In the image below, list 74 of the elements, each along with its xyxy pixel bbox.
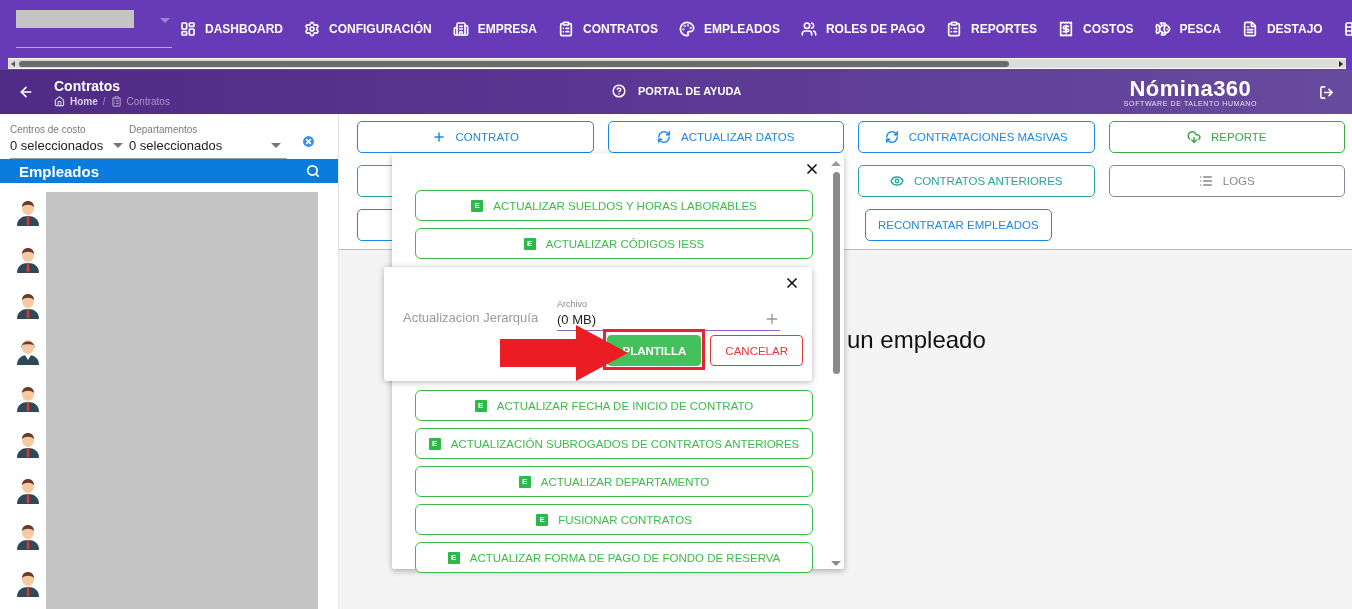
toolbar-button[interactable]: CONTRATO [357, 121, 594, 153]
bulk-update-button[interactable]: E ACTUALIZACIÓN SUBROGADOS DE CONTRATOS ANTERIORES [415, 428, 813, 459]
toolbar-button[interactable]: REPORTE [1108, 121, 1345, 153]
cancel-button[interactable]: CANCELAR [710, 335, 803, 366]
clipboard-icon [558, 21, 574, 37]
spreadsheet-icon: E [536, 513, 549, 526]
dashboard-icon [180, 21, 196, 37]
logout-icon[interactable] [1319, 84, 1334, 100]
list-icon [1198, 174, 1213, 188]
spreadsheet-icon: E [471, 199, 484, 212]
clipboard-icon [946, 21, 963, 37]
refresh-icon [884, 130, 899, 144]
palette-icon [678, 21, 695, 37]
breadcrumb-link[interactable]: Contratos [110, 95, 170, 107]
breadcrumb-link[interactable]: Home [54, 95, 98, 107]
nav-item[interactable]: DESTAJO [1241, 21, 1323, 37]
nav-item[interactable]: ROLES DE PAGO [800, 21, 926, 37]
nav-item[interactable]: PESCA [1154, 21, 1221, 37]
people-icon [800, 21, 817, 37]
document-icon [1241, 21, 1258, 37]
spreadsheet-icon: E [428, 437, 441, 450]
settings-icon [304, 21, 320, 37]
clear-filter-icon[interactable] [301, 134, 316, 149]
page-title: Contratos [54, 77, 122, 94]
upload-title: Actualizacion Jerarquía [403, 310, 540, 327]
close-icon[interactable] [804, 161, 820, 177]
nav-item[interactable]: EMPRESA [452, 21, 537, 37]
horizontal-scrollbar[interactable] [8, 58, 1346, 69]
caret-icon [271, 143, 281, 148]
eye-icon [890, 174, 904, 188]
clipboard-icon [110, 95, 122, 107]
help-portal-link[interactable]: PORTAL DE AYUDA [612, 84, 742, 98]
cloud-download-icon [1187, 130, 1202, 144]
nav-item[interactable]: EMPLEADOS [678, 21, 780, 37]
refresh-icon [657, 130, 672, 144]
home-icon [54, 95, 65, 107]
toolbar-button[interactable]: ACTUALIZAR DATOS [607, 121, 844, 153]
back-arrow-icon[interactable] [18, 84, 34, 100]
nav-item[interactable]: CONTRATOS [558, 21, 658, 37]
bulk-update-button[interactable]: E ACTUALIZAR FECHA DE INICIO DE CONTRATO [415, 390, 813, 421]
toolbar-button[interactable]: CONTRATACIONES MASIVAS [858, 121, 1095, 153]
vertical-scrollbar[interactable] [830, 161, 842, 566]
filter-select[interactable]: Centros de costo 0 seleccionados [10, 124, 129, 153]
logo-name: Nómina360 [1129, 77, 1252, 100]
nav-item[interactable]: REPORTES [946, 21, 1038, 37]
toolbar-button[interactable]: CONTRATOS ANTERIORES [858, 165, 1095, 197]
spreadsheet-icon: E [447, 551, 460, 564]
receipt-icon [1058, 21, 1075, 37]
close-icon[interactable] [784, 275, 800, 291]
bulk-update-button[interactable]: E ACTUALIZAR DEPARTAMENTO [415, 466, 813, 497]
plus-icon [431, 130, 446, 144]
spreadsheet-icon: E [518, 475, 531, 488]
help-icon [612, 84, 626, 98]
bulk-update-button[interactable]: E ACTUALIZAR FORMA DE PAGO DE FONDO DE RESERVA [415, 542, 813, 573]
spreadsheet-icon: E [474, 399, 487, 412]
panel-title: Empleados [19, 162, 100, 180]
filter-select[interactable]: Departamentos 0 seleccionados [129, 124, 287, 153]
spreadsheet-icon: E [523, 237, 536, 250]
building-icon [452, 21, 469, 37]
bulk-update-button[interactable]: E ACTUALIZAR CÓDIGOS IESS [415, 228, 813, 259]
toolbar-button[interactable]: RECONTRATAR EMPLEADOS [865, 209, 1052, 241]
bulk-update-button[interactable]: E FUSIONAR CONTRATOS [415, 504, 813, 535]
nav-item[interactable]: CONFIGURACIÓN [304, 21, 432, 37]
breadcrumb-separator: / [102, 95, 106, 107]
search-icon[interactable] [306, 164, 320, 179]
fish-icon [1154, 21, 1171, 37]
nav-item[interactable]: COSTOS [1058, 21, 1134, 37]
plus-icon [764, 311, 780, 327]
toolbar-button[interactable]: LOGS [1108, 165, 1345, 197]
bulk-update-button[interactable]: E ACTUALIZAR SUELDOS Y HORAS LABORABLES [415, 190, 813, 221]
caret-icon [113, 143, 123, 148]
nav-item[interactable]: DASHBOARD [180, 21, 283, 37]
empty-state-message: un empleado [847, 326, 987, 354]
template-button[interactable]: PLANTILLA [607, 335, 702, 366]
